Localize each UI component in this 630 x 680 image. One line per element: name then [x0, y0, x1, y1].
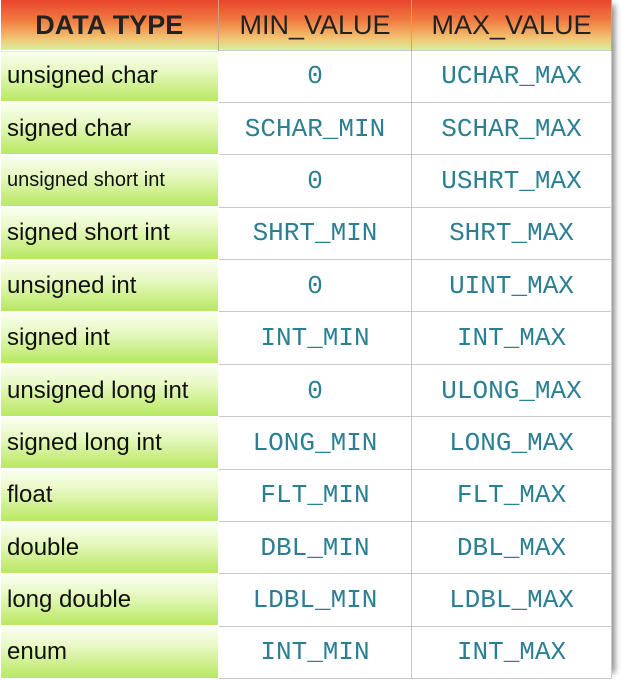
min-value-cell: 0 [218, 363, 412, 418]
type-cell: signed int [0, 311, 219, 366]
table-row: unsigned char 0 UCHAR_MAX [0, 50, 612, 104]
type-cell: signed short int [0, 206, 219, 261]
table-row: signed char SCHAR_MIN SCHAR_MAX [0, 101, 612, 156]
type-cell: unsigned char [0, 50, 219, 104]
type-cell: signed long int [0, 416, 219, 471]
max-value-cell: SCHAR_MAX [411, 101, 612, 156]
min-value-cell: DBL_MIN [218, 521, 412, 575]
max-value-cell: INT_MAX [411, 625, 612, 680]
max-value-cell: UINT_MAX [411, 259, 612, 313]
max-value-cell: LDBL_MAX [411, 573, 612, 627]
min-value-cell: INT_MIN [218, 625, 412, 680]
max-value-cell: FLT_MAX [411, 468, 612, 523]
max-value-cell: INT_MAX [411, 311, 612, 365]
min-value-cell: SCHAR_MIN [218, 101, 412, 156]
type-cell: unsigned int [0, 259, 219, 313]
max-value-cell: LONG_MAX [411, 416, 612, 470]
table-row: signed short int SHRT_MIN SHRT_MAX [0, 206, 612, 261]
max-value-cell: DBL_MAX [411, 521, 612, 575]
header-min-value: MIN_VALUE [218, 0, 412, 51]
type-cell: unsigned long int [0, 363, 219, 418]
max-value-cell: ULONG_MAX [411, 363, 612, 418]
table-row: signed int INT_MIN INT_MAX [0, 311, 612, 366]
data-type-ranges-table: DATA TYPE MIN_VALUE MAX_VALUE unsigned c… [0, 0, 612, 680]
header-row: DATA TYPE MIN_VALUE MAX_VALUE [0, 0, 612, 51]
min-value-cell: INT_MIN [218, 311, 412, 365]
type-cell: signed char [0, 101, 219, 156]
max-value-cell: SHRT_MAX [411, 206, 612, 261]
max-value-cell: UCHAR_MAX [411, 50, 612, 103]
min-value-cell: FLT_MIN [218, 468, 412, 523]
min-value-cell: 0 [218, 154, 412, 208]
type-cell: float [0, 468, 219, 523]
type-cell: unsigned short int [0, 154, 219, 209]
header-data-type: DATA TYPE [0, 0, 219, 51]
header-max-value: MAX_VALUE [411, 0, 612, 51]
table-row: unsigned long int 0 ULONG_MAX [0, 363, 612, 418]
type-cell: double [0, 521, 219, 575]
min-value-cell: 0 [218, 259, 412, 313]
table-row: unsigned int 0 UINT_MAX [0, 259, 612, 313]
table-row: float FLT_MIN FLT_MAX [0, 468, 612, 523]
min-value-cell: SHRT_MIN [218, 206, 412, 261]
table-row: double DBL_MIN DBL_MAX [0, 521, 612, 575]
table-row: enum INT_MIN INT_MAX [0, 625, 612, 680]
max-value-cell: USHRT_MAX [411, 154, 612, 208]
min-value-cell: LONG_MIN [218, 416, 412, 470]
min-value-cell: 0 [218, 50, 412, 103]
table-row: signed long int LONG_MIN LONG_MAX [0, 416, 612, 471]
min-value-cell: LDBL_MIN [218, 573, 412, 627]
table-row: long double LDBL_MIN LDBL_MAX [0, 573, 612, 628]
table-row: unsigned short int 0 USHRT_MAX [0, 154, 612, 209]
type-cell: long double [0, 573, 219, 628]
type-cell: enum [0, 625, 219, 680]
